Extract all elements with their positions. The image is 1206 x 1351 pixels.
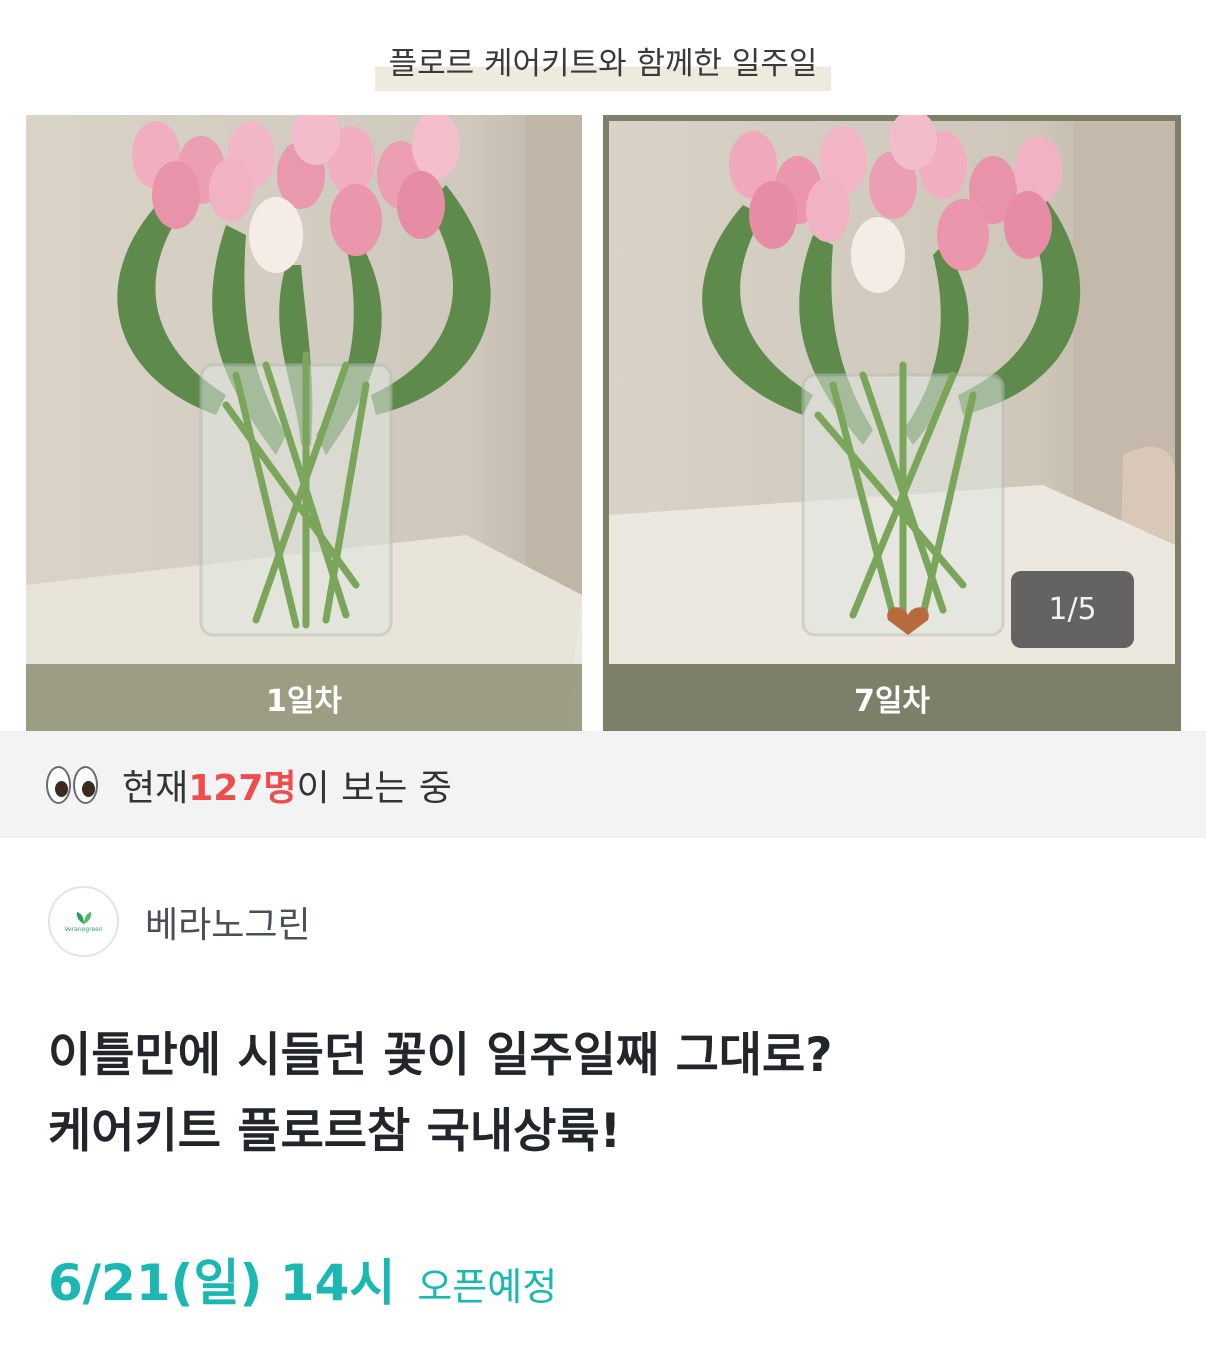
carousel-page-counter: 1/5: [1011, 571, 1134, 648]
seller-logo: Veranogreen: [48, 886, 119, 957]
carousel-caption: 플로르 케어키트와 함께한 일주일: [0, 36, 1206, 91]
leaf-icon: [76, 911, 91, 924]
seller-name: 베라노그린: [145, 904, 311, 946]
seller-profile-link[interactable]: Veranogreen 베라노그린: [48, 886, 311, 957]
open-schedule: 6/21(일) 14시 오픈예정: [48, 1243, 557, 1315]
viewers-count: 127명: [188, 767, 297, 809]
tulip-vase-image: [26, 115, 582, 731]
day-label: 1일차: [26, 664, 582, 731]
viewers-suffix: 이 보는 중: [296, 767, 452, 809]
open-date: 6/21(일) 14시: [48, 1254, 396, 1312]
live-viewers-bar: 현재 127명 이 보는 중: [0, 731, 1206, 838]
open-status-label: 오픈예정: [417, 1265, 558, 1309]
product-image-carousel[interactable]: 플로르 케어키트와 함께한 일주일 1일차 7일차 1/5: [0, 0, 1206, 731]
eyes-icon: [46, 765, 98, 804]
product-title: 이틀만에 시들던 꽃이 일주일째 그대로? 케어키트 플로르참 국내상륙!: [48, 1028, 833, 1159]
day-label: 7일차: [603, 664, 1181, 731]
viewers-prefix: 현재: [122, 767, 189, 809]
carousel-photo-day1: 1일차: [26, 115, 582, 731]
